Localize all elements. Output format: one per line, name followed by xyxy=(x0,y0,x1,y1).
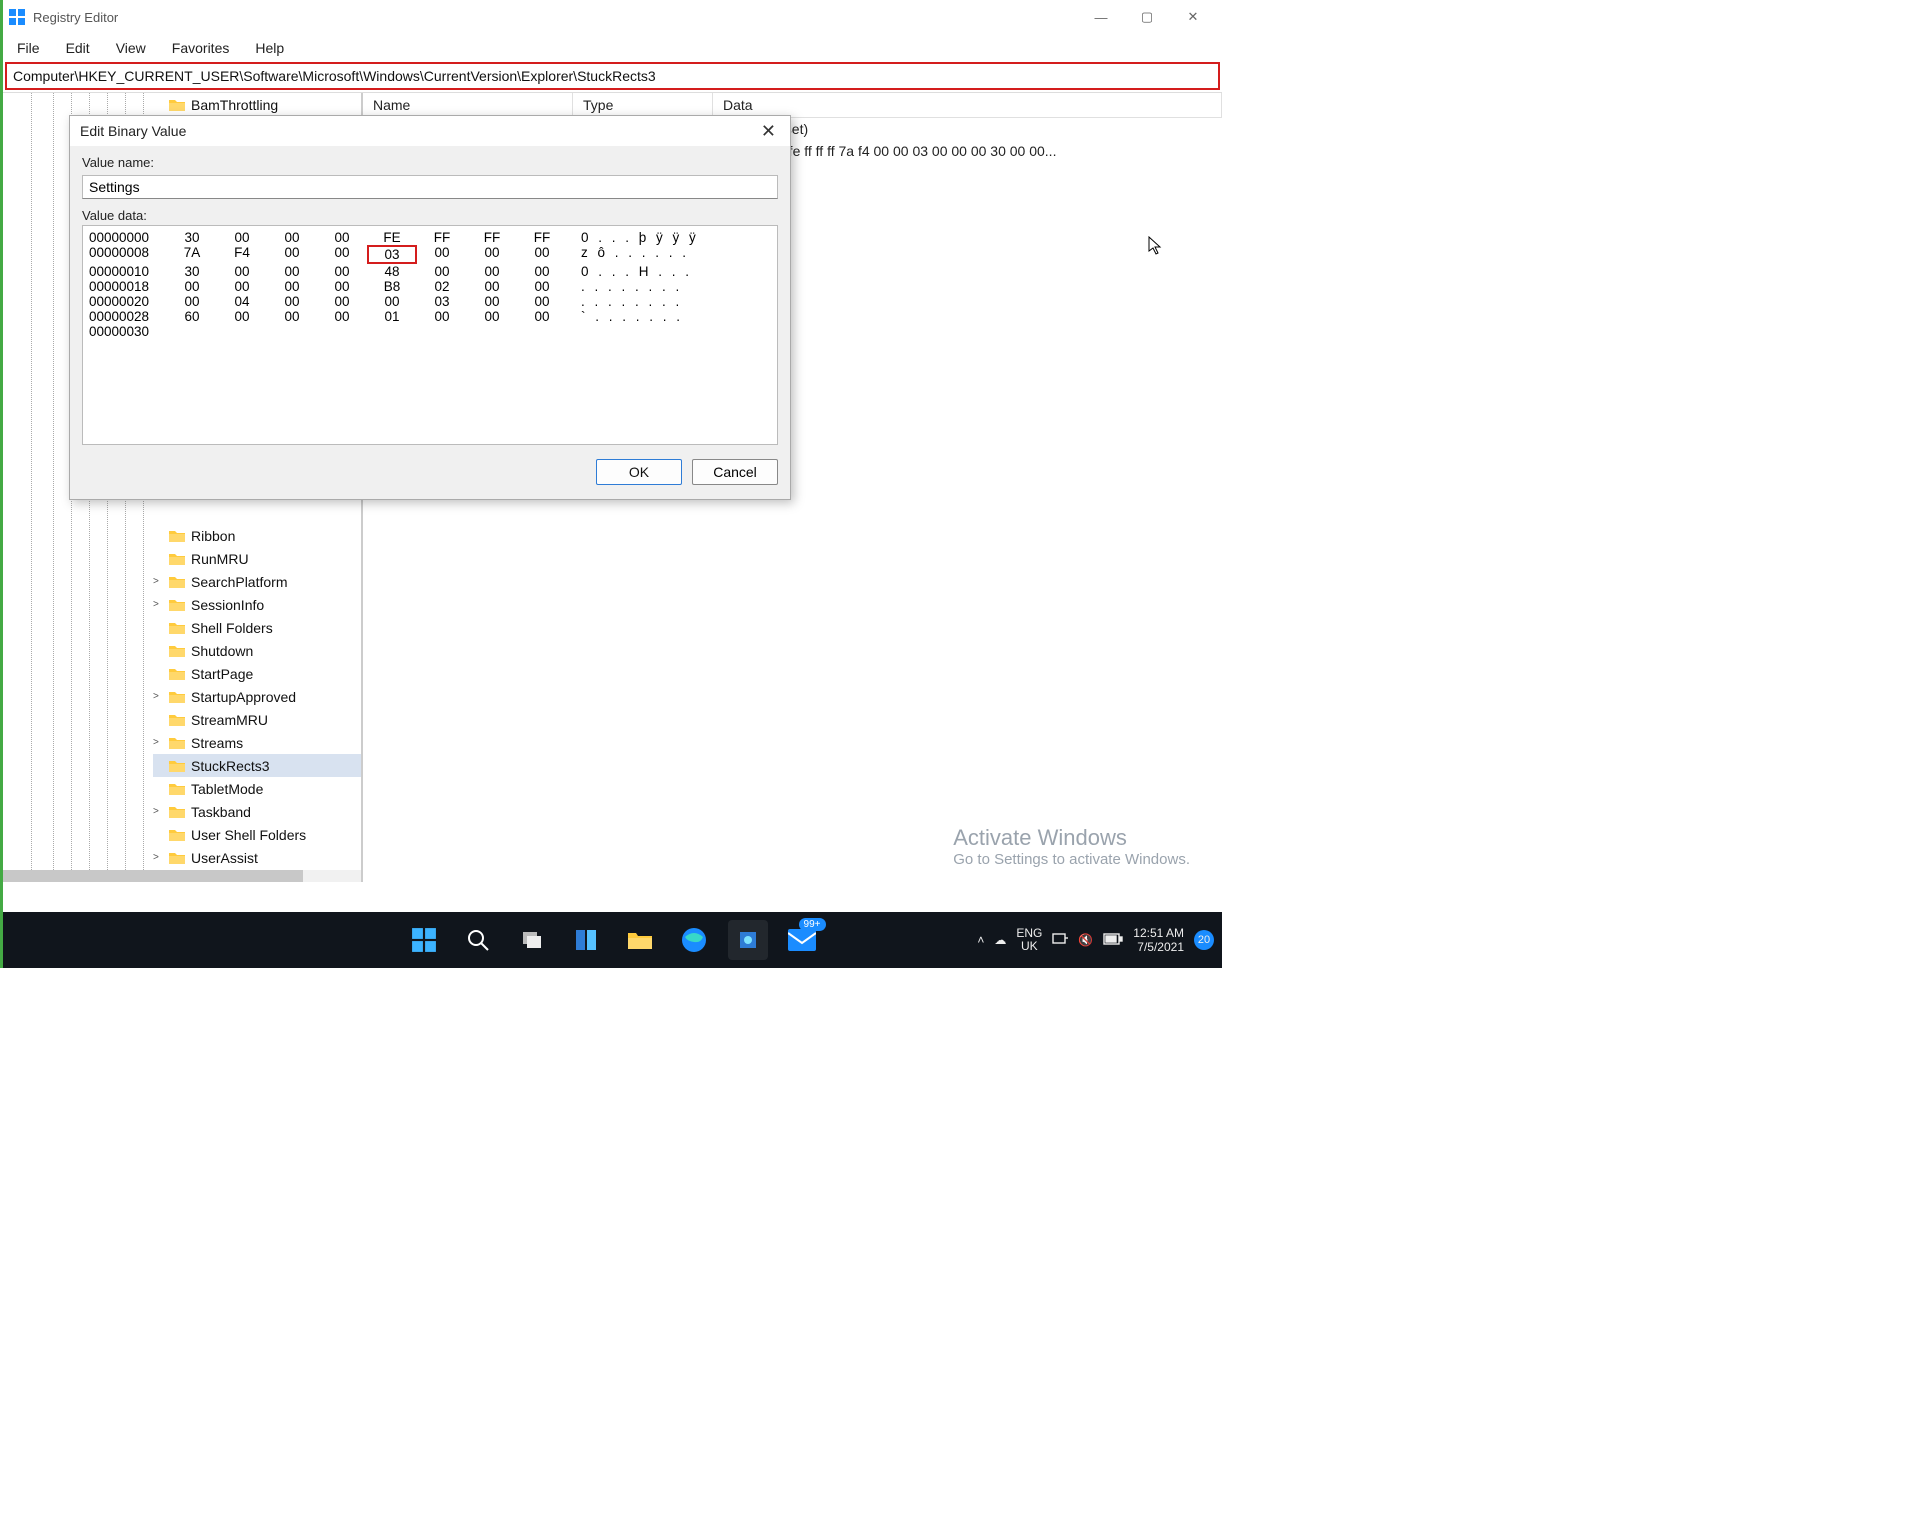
notification-badge[interactable]: 20 xyxy=(1194,930,1214,950)
col-data[interactable]: Data xyxy=(713,93,1222,117)
col-type[interactable]: Type xyxy=(573,93,713,117)
tree-item-runmru[interactable]: RunMRU xyxy=(153,547,361,570)
tree-h-scrollbar[interactable] xyxy=(3,870,361,882)
tree-item-shutdown[interactable]: Shutdown xyxy=(153,639,361,662)
value-name-input[interactable] xyxy=(82,175,778,199)
edit-binary-dialog: Edit Binary Value ✕ Value name: Value da… xyxy=(69,115,791,500)
dialog-close-button[interactable]: ✕ xyxy=(757,121,780,142)
battery-icon[interactable] xyxy=(1103,933,1123,948)
mouse-cursor-icon xyxy=(1148,236,1164,261)
edge-button[interactable] xyxy=(674,920,714,960)
tray-chevron-icon[interactable]: ˄ xyxy=(977,933,984,947)
weather-icon[interactable]: ☁ xyxy=(994,933,1006,947)
menu-favorites[interactable]: Favorites xyxy=(168,38,234,58)
hex-editor[interactable]: 0000000030000000FEFFFFFF0 . . . þ ÿ ÿ ÿ0… xyxy=(82,225,778,445)
cancel-button[interactable]: Cancel xyxy=(692,459,778,485)
tree-item-streams[interactable]: >Streams xyxy=(153,731,361,754)
tree-item-ribbon[interactable]: Ribbon xyxy=(153,524,361,547)
tree-item-tabletmode[interactable]: TabletMode xyxy=(153,777,361,800)
menu-help[interactable]: Help xyxy=(251,38,288,58)
tree-item-startpage[interactable]: StartPage xyxy=(153,662,361,685)
dialog-title: Edit Binary Value xyxy=(80,123,186,139)
tree-item-sessioninfo[interactable]: >SessionInfo xyxy=(153,593,361,616)
taskbar: 99+ ˄ ☁ ENG UK 🔇 12:51 AM 7/5/2021 20 xyxy=(3,912,1222,968)
language-indicator[interactable]: ENG UK xyxy=(1016,927,1042,953)
col-name[interactable]: Name xyxy=(363,93,573,117)
tree-item-startupapproved[interactable]: >StartupApproved xyxy=(153,685,361,708)
menubar: File Edit View Favorites Help xyxy=(3,34,1222,62)
mail-button[interactable]: 99+ xyxy=(782,920,822,960)
network-icon[interactable] xyxy=(1052,932,1068,949)
search-button[interactable] xyxy=(458,920,498,960)
start-button[interactable] xyxy=(404,920,444,960)
tree-item-user-shell-folders[interactable]: User Shell Folders xyxy=(153,823,361,846)
menu-file[interactable]: File xyxy=(13,38,44,58)
menu-view[interactable]: View xyxy=(112,38,150,58)
value-data-label: Value data: xyxy=(82,208,147,223)
file-explorer-button[interactable] xyxy=(620,920,660,960)
maximize-button[interactable]: ▢ xyxy=(1124,2,1170,32)
task-view-button[interactable] xyxy=(512,920,552,960)
tree-item-shell-folders[interactable]: Shell Folders xyxy=(153,616,361,639)
minimize-button[interactable]: — xyxy=(1078,2,1124,32)
regedit-icon xyxy=(9,9,25,25)
widgets-button[interactable] xyxy=(566,920,606,960)
menu-edit[interactable]: Edit xyxy=(62,38,94,58)
address-bar-highlight xyxy=(5,62,1220,90)
ok-button[interactable]: OK xyxy=(596,459,682,485)
mail-badge: 99+ xyxy=(799,918,826,931)
tree-item-taskband[interactable]: >Taskband xyxy=(153,800,361,823)
close-button[interactable]: ✕ xyxy=(1170,2,1216,32)
window-title: Registry Editor xyxy=(33,10,118,25)
tree-item-userassist[interactable]: >UserAssist xyxy=(153,846,361,869)
titlebar: Registry Editor — ▢ ✕ xyxy=(3,0,1222,34)
volume-icon[interactable]: 🔇 xyxy=(1078,933,1093,947)
tree-item-searchplatform[interactable]: >SearchPlatform xyxy=(153,570,361,593)
tree-item-streammru[interactable]: StreamMRU xyxy=(153,708,361,731)
app-button[interactable] xyxy=(728,920,768,960)
value-name-label: Value name: xyxy=(82,155,154,170)
activation-watermark: Activate Windows Go to Settings to activ… xyxy=(953,825,1190,868)
tree-item-bamthrottling[interactable]: BamThrottling xyxy=(153,93,361,116)
clock[interactable]: 12:51 AM 7/5/2021 xyxy=(1133,926,1184,954)
tree-item-stuckrects3[interactable]: StuckRects3 xyxy=(153,754,361,777)
address-bar[interactable] xyxy=(7,64,1218,88)
